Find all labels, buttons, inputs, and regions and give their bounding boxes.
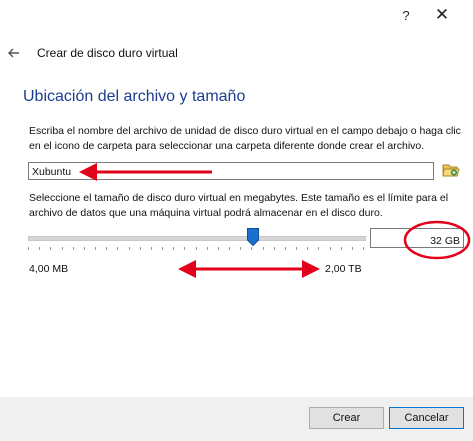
slider-tick bbox=[251, 247, 252, 250]
slider-tick bbox=[39, 247, 40, 250]
slider-tick bbox=[129, 247, 130, 250]
slider-ticks bbox=[28, 247, 364, 251]
create-virtual-disk-dialog: ? ✕ Crear de disco duro virtual Ubicació… bbox=[0, 0, 473, 441]
slider-tick bbox=[330, 247, 331, 250]
size-max-label: 2,00 TB bbox=[325, 263, 362, 275]
slider-tick bbox=[240, 247, 241, 250]
slider-tick bbox=[307, 247, 308, 250]
close-button[interactable]: ✕ bbox=[432, 4, 452, 26]
slider-tick bbox=[73, 247, 74, 250]
slider-tick bbox=[95, 247, 96, 250]
slider-tick bbox=[207, 247, 208, 250]
size-min-label: 4,00 MB bbox=[29, 263, 69, 275]
slider-tick bbox=[352, 247, 353, 250]
slider-tick bbox=[173, 247, 174, 250]
file-description: Escriba el nombre del archivo de unidad … bbox=[29, 125, 461, 152]
create-button[interactable]: Crear bbox=[309, 407, 384, 429]
dialog-title: Crear de disco duro virtual bbox=[37, 46, 178, 60]
help-button[interactable]: ? bbox=[398, 6, 414, 26]
cancel-button[interactable]: Cancelar bbox=[389, 407, 464, 429]
slider-tick bbox=[140, 247, 141, 250]
slider-thumb[interactable] bbox=[247, 228, 259, 247]
slider-tick bbox=[318, 247, 319, 250]
slider-tick bbox=[196, 247, 197, 250]
back-arrow-icon[interactable] bbox=[7, 46, 21, 60]
slider-tick bbox=[151, 247, 152, 250]
slider-tick bbox=[117, 247, 118, 250]
slider-tick bbox=[274, 247, 275, 250]
slider-tick bbox=[218, 247, 219, 250]
slider-tick bbox=[184, 247, 185, 250]
section-title: Ubicación del archivo y tamaño bbox=[23, 88, 246, 105]
size-description: Seleccione el tamaño de disco duro virtu… bbox=[29, 192, 449, 219]
slider-tick bbox=[263, 247, 264, 250]
size-value: 32 GB bbox=[430, 235, 460, 247]
window-titlebar: ? ✕ bbox=[0, 0, 473, 32]
slider-track bbox=[28, 236, 366, 241]
slider-tick bbox=[296, 247, 297, 250]
slider-tick bbox=[285, 247, 286, 250]
slider-tick bbox=[341, 247, 342, 250]
slider-tick bbox=[84, 247, 85, 250]
slider-tick bbox=[363, 247, 364, 250]
slider-tick bbox=[229, 247, 230, 250]
slider-tick bbox=[62, 247, 63, 250]
slider-tick bbox=[28, 247, 29, 250]
slider-tick bbox=[50, 247, 51, 250]
slider-tick bbox=[106, 247, 107, 250]
slider-tick bbox=[162, 247, 163, 250]
folder-icon[interactable] bbox=[442, 161, 460, 179]
wizard-header: Crear de disco duro virtual bbox=[0, 40, 473, 68]
file-name-input[interactable]: Xubuntu bbox=[28, 162, 434, 180]
